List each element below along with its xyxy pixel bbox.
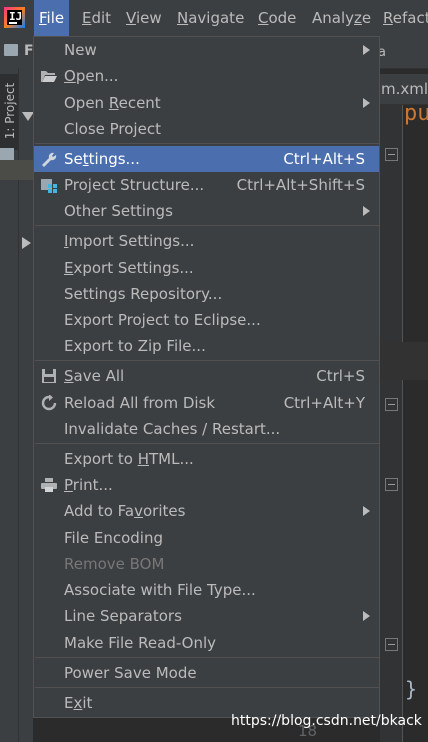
- printer-icon: [41, 478, 57, 492]
- menu-item-invalidate-caches[interactable]: Invalidate Caches / Restart...: [34, 416, 379, 442]
- menu-item-export-html[interactable]: Export to HTML...: [34, 446, 379, 472]
- file-menu-dropdown: New Open... Open Recent Close Project Se…: [33, 36, 380, 718]
- menu-item-project-structure[interactable]: Project Structure... Ctrl+Alt+Shift+S: [34, 172, 379, 198]
- menu-item-export-zip[interactable]: Export to Zip File...: [34, 333, 379, 359]
- shortcut-settings: Ctrl+Alt+S: [283, 150, 365, 168]
- project-folder-icon: [4, 44, 18, 56]
- submenu-arrow-icon: [363, 98, 370, 108]
- menu-item-other-settings[interactable]: Other Settings: [34, 198, 379, 224]
- menu-item-open[interactable]: Open...: [34, 63, 379, 89]
- main-menubar: IJ File Edit View Navigate Code Analyze …: [0, 0, 428, 36]
- submenu-arrow-icon: [363, 206, 370, 216]
- menu-item-make-read-only[interactable]: Make File Read-Only: [34, 630, 379, 656]
- menu-item-export-settings[interactable]: Export Settings...: [34, 255, 379, 281]
- fold-marker-icon[interactable]: [385, 398, 398, 411]
- menu-item-file-encoding[interactable]: File Encoding: [34, 525, 379, 551]
- editor-tab-pom[interactable]: m.xml: [381, 80, 428, 98]
- menu-item-new[interactable]: New: [34, 37, 379, 63]
- menu-item-add-favorites[interactable]: Add to Favorites: [34, 498, 379, 524]
- menu-item-print[interactable]: Print...: [34, 472, 379, 498]
- folder-open-icon: [41, 71, 57, 82]
- menu-analyze[interactable]: Analyze: [307, 0, 376, 36]
- menu-navigate[interactable]: Navigate: [172, 0, 249, 36]
- editor-current-line: [380, 342, 428, 380]
- menu-item-settings-repository[interactable]: Settings Repository...: [34, 281, 379, 307]
- menu-view[interactable]: View: [121, 0, 167, 36]
- wrench-icon: [42, 152, 57, 167]
- floppy-disk-icon: [42, 369, 56, 383]
- menu-item-save-all[interactable]: Save All Ctrl+S: [34, 363, 379, 389]
- menu-refactor[interactable]: Refactor: [378, 0, 428, 36]
- reload-icon: [41, 395, 57, 411]
- project-structure-icon: [41, 179, 57, 193]
- menu-separator: [35, 657, 380, 658]
- menu-item-power-save-mode[interactable]: Power Save Mode: [34, 660, 379, 686]
- menu-separator: [35, 225, 380, 226]
- menu-item-reload[interactable]: Reload All from Disk Ctrl+Alt+Y: [34, 390, 379, 416]
- menu-code[interactable]: Code: [253, 0, 301, 36]
- menu-item-line-separators[interactable]: Line Separators: [34, 603, 379, 629]
- menu-item-import-settings[interactable]: Import Settings...: [34, 228, 379, 254]
- menu-edit[interactable]: Edit: [77, 0, 116, 36]
- menu-file[interactable]: File: [34, 0, 70, 36]
- shortcut-project-structure: Ctrl+Alt+Shift+S: [236, 176, 365, 194]
- menu-separator: [35, 687, 380, 688]
- shortcut-reload: Ctrl+Alt+Y: [283, 394, 365, 412]
- submenu-arrow-icon: [363, 506, 370, 516]
- menu-separator: [35, 443, 380, 444]
- fold-marker-icon[interactable]: [385, 478, 398, 491]
- code-keyword: pu: [404, 101, 428, 126]
- fold-marker-icon[interactable]: [385, 148, 398, 161]
- watermark-text: https://blog.csdn.net/bkack: [231, 713, 422, 729]
- submenu-arrow-icon: [363, 611, 370, 621]
- shortcut-save-all: Ctrl+S: [316, 367, 365, 385]
- project-tool-tab[interactable]: 1: Project: [0, 74, 18, 150]
- menu-item-associate-file-type[interactable]: Associate with File Type...: [34, 577, 379, 603]
- menu-item-close-project[interactable]: Close Project: [34, 116, 379, 142]
- menu-item-open-recent[interactable]: Open Recent: [34, 90, 379, 116]
- code-closing-brace: }: [405, 677, 418, 701]
- menu-item-settings[interactable]: Settings... Ctrl+Alt+S: [34, 146, 379, 172]
- menu-item-remove-bom: Remove BOM: [64, 555, 165, 573]
- tree-collapsed-icon[interactable]: [22, 237, 31, 249]
- menu-item-export-eclipse[interactable]: Export Project to Eclipse...: [34, 307, 379, 333]
- submenu-arrow-icon: [363, 45, 370, 55]
- menu-separator: [35, 360, 380, 361]
- intellij-logo-icon[interactable]: IJ: [4, 7, 25, 28]
- project-tree-selected-row[interactable]: [0, 160, 33, 180]
- folder-icon: [0, 148, 14, 160]
- fold-marker-icon[interactable]: [385, 638, 398, 651]
- menu-separator: [35, 143, 380, 144]
